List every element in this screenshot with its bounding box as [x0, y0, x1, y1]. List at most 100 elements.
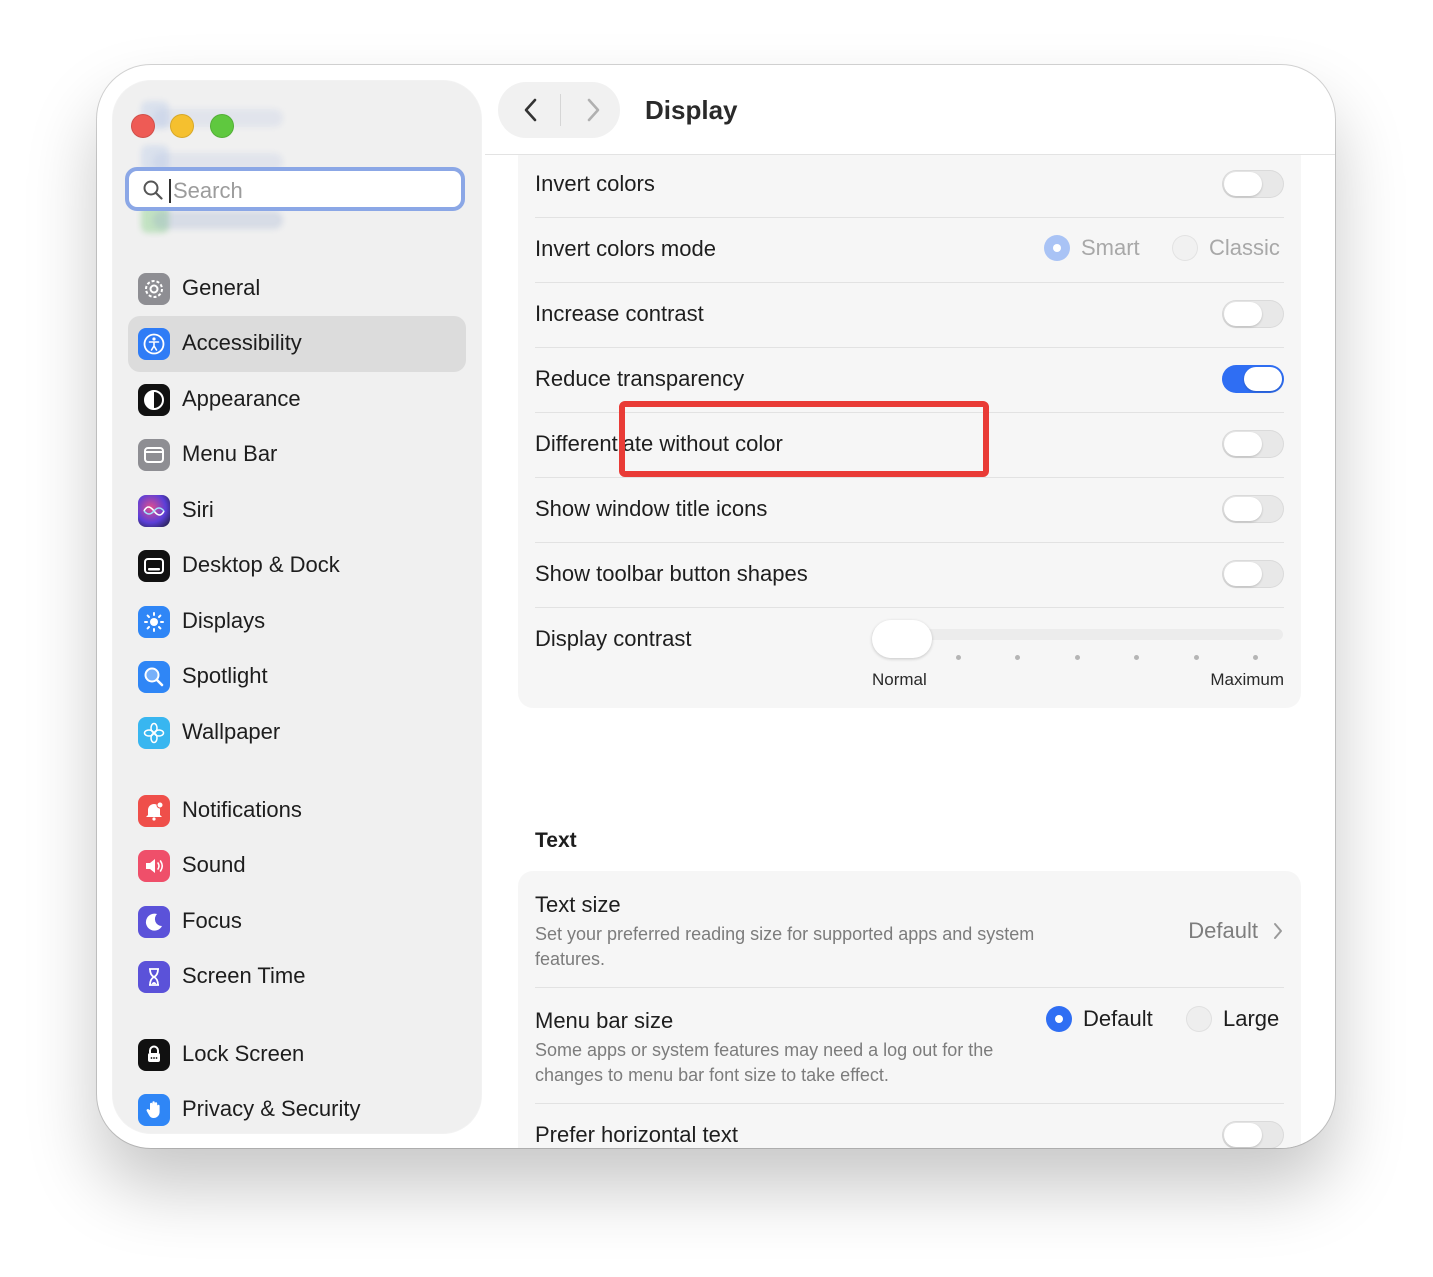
sidebar-item-label: Siri [182, 497, 214, 522]
show-toolbar-button-shapes-toggle[interactable] [1222, 560, 1284, 588]
row-divider [535, 987, 1284, 988]
flower-icon [138, 717, 170, 749]
sidebar-item-label: Appearance [182, 386, 301, 411]
setting-label: Increase contrast [535, 301, 704, 326]
sidebar-item-screen-time[interactable]: Screen Time [128, 949, 466, 1005]
sidebar-item-appearance[interactable]: Appearance [128, 372, 466, 428]
moon-icon [138, 906, 170, 938]
sidebar-item-label: Spotlight [182, 663, 268, 688]
slider-tick [956, 655, 961, 660]
radio-label: Large [1223, 1006, 1280, 1031]
slider-track [872, 629, 1283, 640]
radio-label: Smart [1081, 235, 1140, 260]
display-contrast-slider[interactable]: Normal Maximum [872, 620, 1284, 698]
slider-tick [1253, 655, 1258, 660]
menu-bar-size-large-radio[interactable]: Large [1186, 1006, 1279, 1032]
setting-label: Invert colors mode [535, 236, 716, 261]
setting-description: Set your preferred reading size for supp… [535, 924, 1035, 969]
page-title: Display [645, 95, 738, 125]
forward-button[interactable] [578, 96, 606, 124]
invert-mode-classic-radio[interactable]: Classic [1172, 235, 1280, 261]
search-field[interactable] [125, 167, 465, 211]
row-divider [535, 607, 1284, 608]
reduce-transparency-toggle[interactable] [1222, 365, 1284, 393]
navigation-buttons [498, 82, 620, 138]
display-settings-pane: Invert colors Invert colors mode Smart C… [485, 155, 1335, 1148]
sidebar-item-notifications[interactable]: Notifications [128, 783, 466, 839]
speaker-icon [138, 850, 170, 882]
sidebar-item-desktop-dock[interactable]: Desktop & Dock [128, 538, 466, 594]
sidebar-item-wallpaper[interactable]: Wallpaper [128, 705, 466, 761]
close-window-button[interactable] [131, 114, 155, 138]
sidebar-item-siri[interactable]: Siri [128, 483, 466, 539]
text-size-current-value: Default [1188, 918, 1258, 943]
sidebar-item-label: Sound [182, 852, 246, 877]
text-size-value[interactable]: Default [1188, 918, 1284, 944]
setting-label: Show window title icons [535, 496, 768, 521]
setting-row-invert-colors-mode: Invert colors mode Smart Classic [535, 228, 1284, 268]
sidebar-item-lock-screen[interactable]: Lock Screen [128, 1027, 466, 1083]
sidebar-item-label: Screen Time [182, 963, 306, 988]
differentiate-without-color-toggle[interactable] [1222, 430, 1284, 458]
slider-max-label: Maximum [1210, 670, 1284, 689]
sidebar-item-menu-bar[interactable]: Menu Bar [128, 427, 466, 483]
row-divider [535, 282, 1284, 283]
sidebar-item-accessibility[interactable]: Accessibility [128, 316, 466, 372]
sidebar-item-focus[interactable]: Focus [128, 894, 466, 950]
sidebar-item-label: Displays [182, 608, 266, 633]
setting-row-increase-contrast: Increase contrast [535, 293, 1284, 333]
setting-row-text-size[interactable]: Text size Set your preferred reading siz… [535, 890, 1284, 990]
annotation-highlight-box [619, 401, 989, 477]
sidebar-item-label: Desktop & Dock [182, 552, 340, 577]
invert-colors-toggle[interactable] [1222, 170, 1284, 198]
setting-row-invert-colors: Invert colors [535, 163, 1284, 203]
sidebar-item-label: Lock Screen [182, 1041, 305, 1066]
setting-label: Prefer horizontal text [535, 1122, 738, 1147]
slider-min-label: Normal [872, 670, 927, 689]
magnifier-icon [138, 661, 170, 693]
slider-knob[interactable] [872, 620, 932, 658]
setting-row-show-toolbar-button-shapes: Show toolbar button shapes [535, 553, 1284, 593]
menu-bar-size-default-radio[interactable]: Default [1046, 1006, 1153, 1032]
prefer-horizontal-text-toggle[interactable] [1222, 1121, 1284, 1148]
row-divider [535, 1103, 1284, 1104]
settings-window: General Accessibility Appearance Menu Ba… [97, 65, 1335, 1148]
row-divider [535, 217, 1284, 218]
search-icon [143, 180, 163, 200]
setting-row-menu-bar-size: Menu bar size Some apps or system featur… [535, 1006, 1284, 1106]
slider-tick [1194, 655, 1199, 660]
setting-description: Some apps or system features may need a … [535, 1040, 994, 1085]
desktop-dock-icon [138, 550, 170, 582]
sidebar-item-label: General [182, 275, 261, 300]
increase-contrast-toggle[interactable] [1222, 300, 1284, 328]
setting-label: Invert colors [535, 171, 655, 196]
row-divider [535, 347, 1284, 348]
back-button[interactable] [518, 96, 546, 124]
setting-label: Reduce transparency [535, 366, 745, 391]
setting-row-prefer-horizontal-text: Prefer horizontal text [535, 1114, 1284, 1148]
setting-label: Text size [535, 892, 621, 917]
bell-icon [138, 795, 170, 827]
text-settings-card: Text size Set your preferred reading siz… [519, 872, 1300, 1148]
sidebar-item-privacy-security[interactable]: Privacy & Security [128, 1082, 466, 1133]
sidebar-item-sound[interactable]: Sound [128, 838, 466, 894]
setting-row-display-contrast: Display contrast Normal Maximum [535, 618, 1284, 698]
sidebar-item-label: Privacy & Security [182, 1096, 361, 1121]
show-window-title-icons-toggle[interactable] [1222, 495, 1284, 523]
sidebar-item-spotlight[interactable]: Spotlight [128, 649, 466, 705]
invert-mode-smart-radio[interactable]: Smart [1044, 235, 1140, 261]
sidebar: General Accessibility Appearance Menu Ba… [113, 81, 481, 1133]
hand-icon [138, 1094, 170, 1126]
chevron-right-icon [1274, 923, 1282, 939]
appearance-icon [138, 384, 170, 416]
zoom-window-button[interactable] [210, 114, 234, 138]
minimize-window-button[interactable] [170, 114, 194, 138]
sidebar-item-general[interactable]: General [128, 261, 466, 317]
slider-tick [1075, 655, 1080, 660]
sidebar-item-label: Focus [182, 908, 242, 933]
search-input[interactable] [171, 175, 455, 207]
sidebar-item-label: Notifications [182, 797, 302, 822]
siri-icon [138, 495, 170, 527]
sidebar-item-displays[interactable]: Displays [128, 594, 466, 650]
nav-separator [560, 94, 561, 126]
